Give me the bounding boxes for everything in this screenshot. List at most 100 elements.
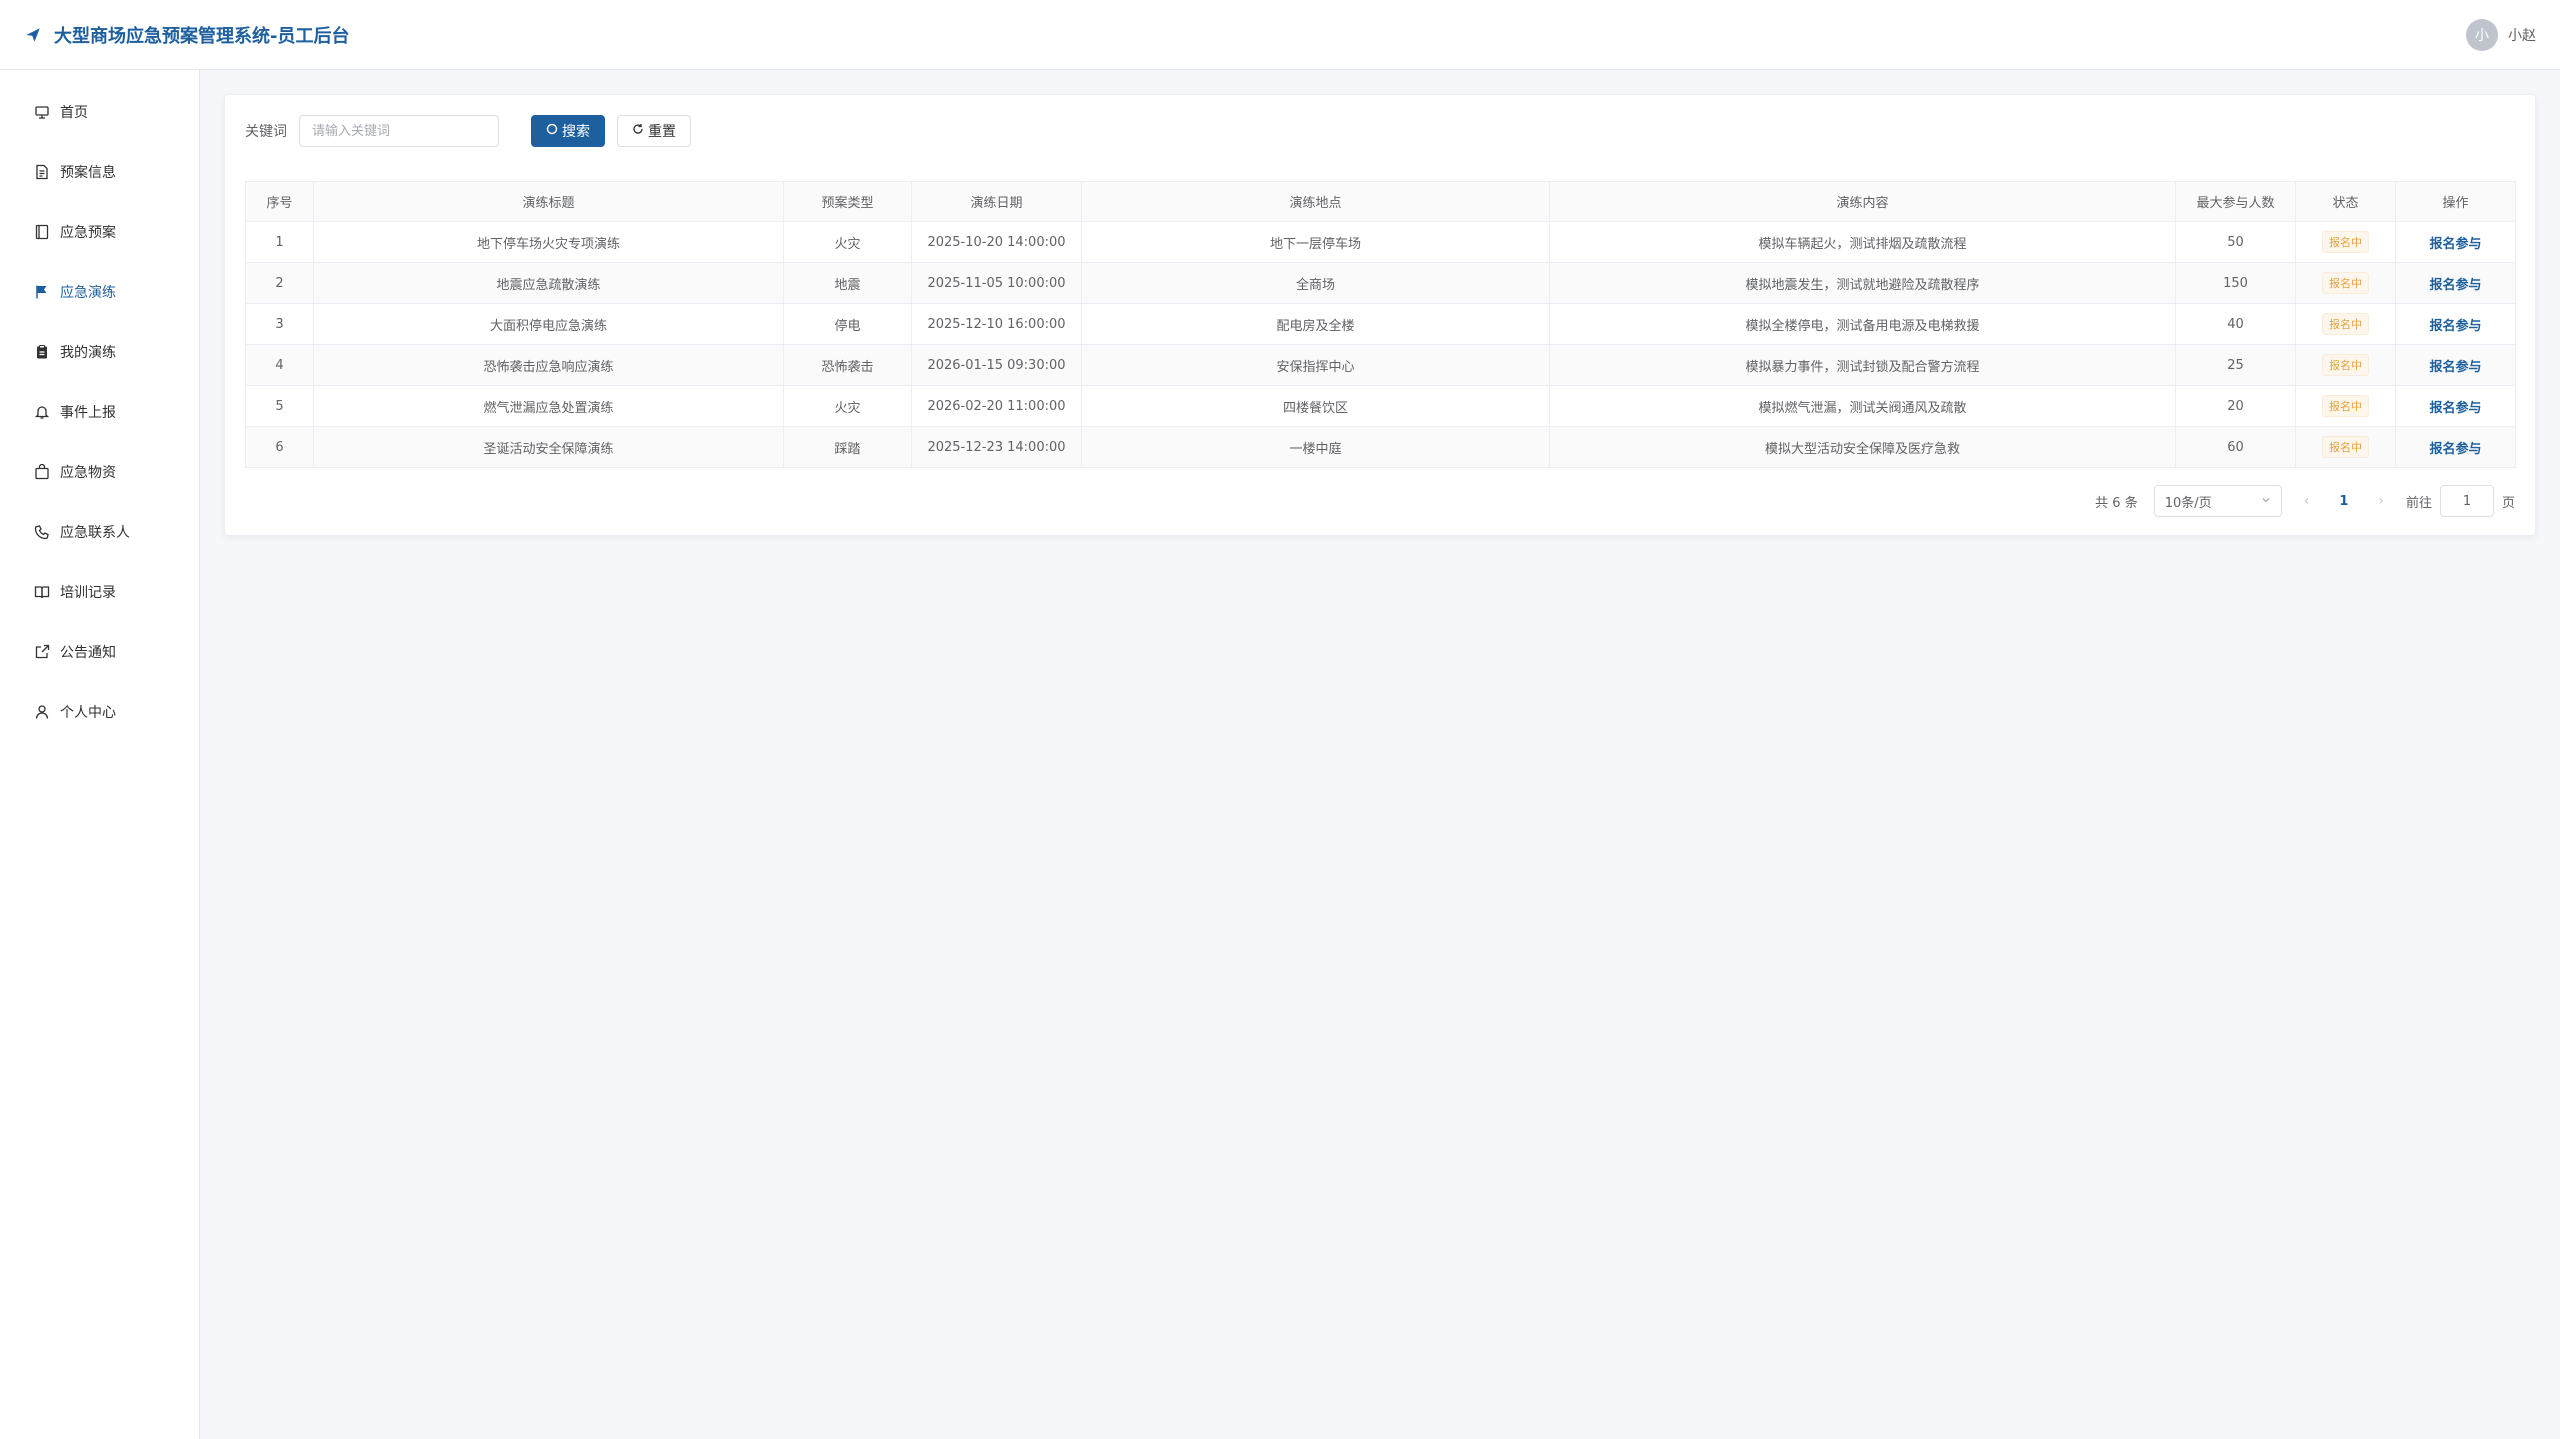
- sidebar-item-profile[interactable]: 个人中心: [0, 682, 199, 742]
- cell-title: 大面积停电应急演练: [313, 303, 784, 345]
- sidebar-item-label: 公告通知: [60, 645, 116, 661]
- cell-location: 一楼中庭: [1081, 426, 1550, 468]
- document-icon: [34, 164, 50, 180]
- cell-type: 火灾: [783, 221, 912, 263]
- cell-no: 2: [245, 262, 314, 304]
- prev-page-icon[interactable]: ‹: [2298, 493, 2316, 509]
- brand: 大型商场应急预案管理系统-员工后台: [24, 22, 349, 48]
- cell-max: 20: [2175, 385, 2296, 427]
- signup-link[interactable]: 报名参与: [2429, 360, 2481, 375]
- sidebar-item-label: 应急演练: [60, 285, 116, 301]
- column-header: 操作: [2395, 181, 2516, 222]
- sidebar-item-label: 应急预案: [60, 225, 116, 241]
- cell-date: 2025-11-05 10:00:00: [911, 262, 1082, 304]
- signup-link[interactable]: 报名参与: [2429, 401, 2481, 416]
- signup-link[interactable]: 报名参与: [2429, 237, 2481, 252]
- page-jumper: 前往 页: [2406, 485, 2515, 517]
- column-header: 演练日期: [911, 181, 1082, 222]
- cell-date: 2025-10-20 14:00:00: [911, 221, 1082, 263]
- user-icon: [34, 704, 50, 720]
- cell-type: 停电: [783, 303, 912, 345]
- table-row: 2 地震应急疏散演练 地震 2025-11-05 10:00:00 全商场 模拟…: [245, 262, 2516, 304]
- pagination: 共 6 条 10条/页 ‹ 1 › 前往 页: [2095, 485, 2515, 517]
- signup-link[interactable]: 报名参与: [2429, 319, 2481, 334]
- column-header: 状态: [2295, 181, 2396, 222]
- sidebar-item-incident-report[interactable]: 事件上报: [0, 382, 199, 442]
- sidebar-item-home[interactable]: 首页: [0, 82, 199, 142]
- cell-location: 安保指挥中心: [1081, 344, 1550, 386]
- sidebar-item-plan-info[interactable]: 预案信息: [0, 142, 199, 202]
- signup-link[interactable]: 报名参与: [2429, 442, 2481, 457]
- search-icon: [546, 123, 558, 139]
- cell-type: 踩踏: [783, 426, 912, 468]
- status-badge: 报名中: [2322, 395, 2369, 417]
- cell-location: 四楼餐饮区: [1081, 385, 1550, 427]
- sidebar-item-my-drills[interactable]: 我的演练: [0, 322, 199, 382]
- status-badge: 报名中: [2322, 272, 2369, 294]
- cell-title: 燃气泄漏应急处置演练: [313, 385, 784, 427]
- cell-action: 报名参与: [2395, 385, 2516, 427]
- cell-status: 报名中: [2295, 385, 2396, 427]
- flag-icon: [34, 284, 50, 300]
- cell-type: 地震: [783, 262, 912, 304]
- book-icon: [34, 584, 50, 600]
- home-icon: [34, 104, 50, 120]
- column-header: 演练内容: [1549, 181, 2176, 222]
- sidebar-item-training[interactable]: 培训记录: [0, 562, 199, 622]
- cell-title: 圣诞活动安全保障演练: [313, 426, 784, 468]
- sidebar-item-label: 培训记录: [60, 585, 116, 601]
- status-badge: 报名中: [2322, 436, 2369, 458]
- column-header: 预案类型: [783, 181, 912, 222]
- username[interactable]: 小赵: [2508, 25, 2536, 45]
- search-bar: 关键词 搜索 重置: [245, 115, 691, 147]
- avatar[interactable]: 小: [2466, 18, 2498, 51]
- cell-content: 模拟暴力事件，测试封锁及配合警方流程: [1549, 344, 2176, 386]
- refresh-icon: [632, 123, 644, 139]
- table-row: 3 大面积停电应急演练 停电 2025-12-10 16:00:00 配电房及全…: [245, 303, 2516, 345]
- cell-max: 150: [2175, 262, 2296, 304]
- cell-content: 模拟大型活动安全保障及医疗急救: [1549, 426, 2176, 468]
- table-row: 1 地下停车场火灾专项演练 火灾 2025-10-20 14:00:00 地下一…: [245, 221, 2516, 263]
- table-header-row: 序号 演练标题 预案类型 演练日期 演练地点 演练内容 最大参与人数 状态 操作: [245, 181, 2516, 222]
- clipboard-icon: [34, 344, 50, 360]
- cell-max: 40: [2175, 303, 2296, 345]
- search-button[interactable]: 搜索: [531, 115, 605, 147]
- cell-location: 全商场: [1081, 262, 1550, 304]
- cell-status: 报名中: [2295, 303, 2396, 345]
- page-number-current[interactable]: 1: [2331, 494, 2356, 509]
- bell-icon: [34, 404, 50, 420]
- signup-link[interactable]: 报名参与: [2429, 278, 2481, 293]
- cell-status: 报名中: [2295, 426, 2396, 468]
- column-header: 演练地点: [1081, 181, 1550, 222]
- sidebar-item-notices[interactable]: 公告通知: [0, 622, 199, 682]
- cell-content: 模拟燃气泄漏，测试关阀通风及疏散: [1549, 385, 2176, 427]
- page-size-select[interactable]: 10条/页: [2153, 485, 2282, 517]
- reset-button-label: 重置: [648, 124, 676, 140]
- page-size-value: 10条/页: [2164, 495, 2212, 511]
- cell-no: 3: [245, 303, 314, 345]
- goto-page-input[interactable]: [2439, 485, 2494, 517]
- cell-max: 25: [2175, 344, 2296, 386]
- box-icon: [34, 464, 50, 480]
- drill-list-card: 关键词 搜索 重置 序号 演练标题 预案类型: [224, 94, 2536, 536]
- goto-label: 前往: [2405, 495, 2432, 511]
- sidebar-item-label: 应急物资: [60, 465, 116, 481]
- sidebar-item-emergency-plan[interactable]: 应急预案: [0, 202, 199, 262]
- sidebar-item-supplies[interactable]: 应急物资: [0, 442, 199, 502]
- user-menu[interactable]: 小 小赵: [2466, 18, 2536, 51]
- cell-date: 2025-12-23 14:00:00: [911, 426, 1082, 468]
- cell-location: 配电房及全楼: [1081, 303, 1550, 345]
- column-header: 演练标题: [313, 181, 784, 222]
- status-badge: 报名中: [2322, 313, 2369, 335]
- keyword-input[interactable]: [299, 115, 499, 147]
- cell-date: 2025-12-10 16:00:00: [911, 303, 1082, 345]
- sidebar-item-label: 事件上报: [60, 405, 116, 421]
- sidebar-item-label: 首页: [60, 105, 88, 121]
- cell-content: 模拟全楼停电，测试备用电源及电梯救援: [1549, 303, 2176, 345]
- sidebar-item-label: 预案信息: [60, 165, 116, 181]
- reset-button[interactable]: 重置: [617, 115, 691, 147]
- next-page-icon[interactable]: ›: [2372, 493, 2390, 509]
- sidebar-item-emergency-drill[interactable]: 应急演练: [0, 262, 199, 322]
- table-row: 5 燃气泄漏应急处置演练 火灾 2026-02-20 11:00:00 四楼餐饮…: [245, 385, 2516, 427]
- sidebar-item-contacts[interactable]: 应急联系人: [0, 502, 199, 562]
